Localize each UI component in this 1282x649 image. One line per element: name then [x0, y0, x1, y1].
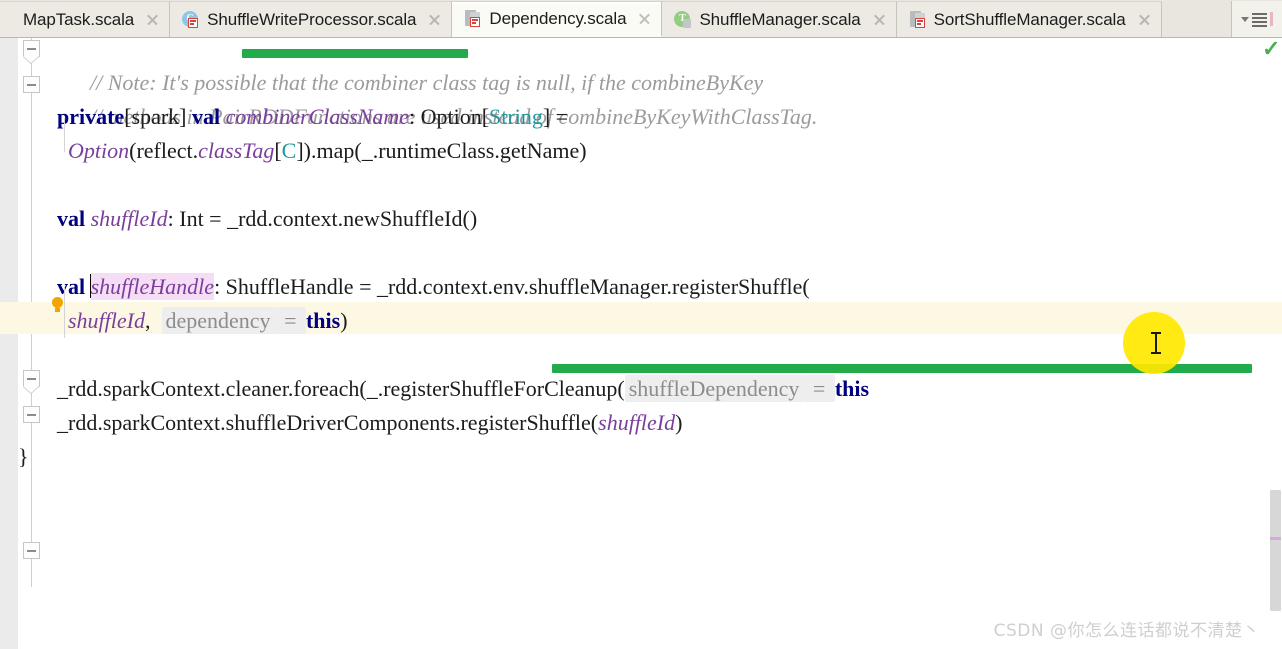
selected-identifier[interactable]: shuffleHandle — [90, 273, 215, 300]
close-icon[interactable] — [638, 12, 651, 25]
code-editor[interactable]: // Note: It's possible that the combiner… — [0, 38, 1282, 649]
code-token: Option — [68, 138, 130, 163]
file-shape-back-icon — [683, 18, 692, 28]
tab-bar-controls — [1231, 1, 1282, 37]
indent-guide — [64, 288, 65, 338]
code-folding-gutter[interactable] — [18, 38, 46, 649]
mouse-text-cursor — [1151, 332, 1161, 354]
code-line-8: val shuffleHandle: ShuffleHandle = _rdd.… — [46, 270, 810, 304]
code-token: shuffleId — [598, 410, 676, 435]
close-icon[interactable] — [1138, 13, 1151, 26]
tab-label: MapTask.scala — [23, 9, 135, 29]
code-token: : Int = _rdd.context.newShuffleId() — [167, 206, 478, 231]
editor-scrollbar[interactable] — [1269, 38, 1282, 649]
bulb-base — [55, 308, 60, 312]
fold-marker-args[interactable] — [23, 406, 40, 423]
scala-badge-icon — [188, 17, 199, 28]
green-annotation-bar-1 — [242, 49, 468, 58]
fold-marker-statement[interactable] — [23, 370, 40, 387]
code-token: this — [305, 308, 341, 333]
code-token: : ShuffleHandle = _rdd.context.env.shuff… — [214, 274, 810, 299]
tab-maptask-scala[interactable]: MapTask.scala — [0, 1, 171, 37]
code-line-13: } — [18, 440, 40, 474]
code-token: ]).map(_.runtimeClass.getName) — [296, 138, 587, 163]
parameter-hint-eq: = — [274, 307, 306, 334]
chevron-down-icon[interactable] — [1241, 16, 1249, 22]
code-line-3: private[spark] val combinerClassName: Op… — [46, 100, 568, 134]
csdn-watermark: CSDN @你怎么连话都说不清楚丶 — [993, 621, 1260, 641]
line-number-gutter — [0, 38, 19, 649]
scala-trait-icon: T — [674, 10, 692, 29]
close-icon[interactable] — [873, 13, 886, 26]
fold-marker-block-end[interactable] — [23, 542, 40, 559]
code-token: C — [281, 138, 297, 163]
code-token: val — [57, 206, 86, 231]
code-token: val — [57, 274, 86, 299]
code-token: _rdd.sparkContext.cleaner.foreach(_.regi… — [46, 376, 625, 401]
code-token: , — [145, 308, 162, 333]
code-token: ) — [675, 410, 683, 435]
pink-marker-icon — [1270, 12, 1273, 26]
scala-badge-icon — [470, 16, 481, 27]
code-line-12: _rdd.sparkContext.shuffleDriverComponent… — [46, 406, 682, 440]
code-token: val — [192, 104, 221, 129]
code-token: [spark] — [124, 104, 193, 129]
scala-class-icon: C — [182, 10, 200, 29]
bulb-glass — [52, 297, 63, 308]
tab-label: SortShuffleManager.scala — [933, 9, 1126, 29]
close-icon[interactable] — [146, 13, 159, 26]
code-token: _rdd.sparkContext.shuffleDriverComponent… — [46, 410, 599, 435]
code-token: : Option[ — [408, 104, 490, 129]
code-token: } — [18, 444, 29, 469]
tab-label: ShuffleWriteProcessor.scala — [207, 9, 417, 29]
code-token: ) — [340, 308, 348, 333]
parameter-hint: dependency — [161, 307, 275, 334]
code-line-11: _rdd.sparkContext.cleaner.foreach(_.regi… — [46, 372, 869, 406]
code-token: String — [489, 104, 543, 129]
tab-shufflewriteprocessor-scala[interactable]: C ShuffleWriteProcessor.scala — [170, 1, 453, 37]
close-icon[interactable] — [428, 13, 441, 26]
list-lines-icon[interactable] — [1252, 12, 1267, 27]
intention-bulb-icon[interactable] — [51, 297, 64, 314]
code-token: (reflect. — [129, 138, 199, 163]
editor-tab-bar: MapTask.scala C ShuffleWriteProcessor.sc… — [0, 0, 1282, 38]
code-token: shuffleId — [68, 308, 145, 333]
code-token: ] = — [542, 104, 569, 129]
fold-marker-comment[interactable] — [23, 76, 40, 93]
code-line-4: Option(reflect.classTag[C]).map(_.runtim… — [46, 134, 587, 168]
code-token: this — [834, 376, 870, 401]
tab-label: Dependency.scala — [489, 8, 627, 28]
scala-file-icon — [909, 10, 927, 29]
code-line-9: shuffleId, dependency = this) — [46, 304, 348, 338]
code-token: classTag — [198, 138, 275, 163]
code-line-2: // methods in PairRDDFunctions are used … — [46, 66, 817, 129]
tab-label: ShuffleManager.scala — [699, 9, 861, 29]
parameter-hint: shuffleDependency — [624, 375, 804, 402]
code-token: combinerClassName — [225, 104, 409, 129]
scrollbar-usage-marker[interactable] — [1270, 537, 1281, 540]
code-token: shuffleId — [90, 206, 168, 231]
code-token: private — [57, 104, 125, 129]
scala-file-icon — [464, 9, 482, 28]
scrollbar-thumb[interactable] — [1270, 490, 1281, 611]
indent-guide — [64, 118, 65, 152]
code-line-6: val shuffleId: Int = _rdd.context.newShu… — [46, 202, 477, 236]
parameter-hint-eq: = — [803, 375, 835, 402]
code-token: [ — [274, 138, 282, 163]
tab-dependency-scala[interactable]: Dependency.scala — [452, 1, 663, 37]
code-text-area[interactable]: // Note: It's possible that the combiner… — [18, 38, 1282, 649]
tab-sortshufflemanager-scala[interactable]: SortShuffleManager.scala — [896, 1, 1162, 37]
tab-shufflemanager-scala[interactable]: T ShuffleManager.scala — [662, 1, 897, 37]
fold-marker-top[interactable] — [23, 40, 40, 57]
scala-badge-icon — [914, 17, 925, 28]
